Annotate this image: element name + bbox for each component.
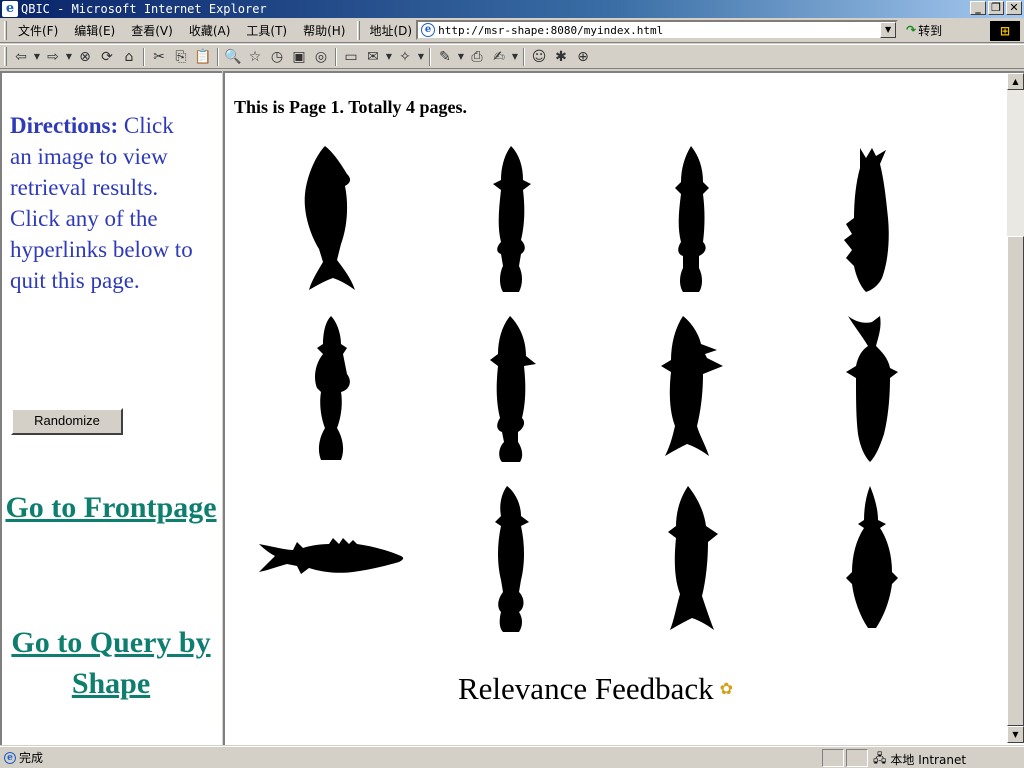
vertical-scrollbar[interactable]: ▲ ▼	[1007, 73, 1024, 743]
page-icon: e	[4, 751, 16, 764]
zone-label: 本地 Intranet	[890, 753, 967, 767]
status-bar: e 完成 🖧 本地 Intranet	[0, 746, 1024, 768]
refresh-icon[interactable]: ⟳	[96, 47, 118, 67]
fish-image[interactable]	[607, 309, 777, 469]
paste-icon[interactable]: 📋	[192, 47, 214, 67]
menu-view[interactable]: 查看(V)	[123, 22, 181, 39]
research-icon[interactable]: ✱	[550, 47, 572, 67]
menu-edit[interactable]: 编辑(E)	[66, 22, 123, 39]
favorites-icon[interactable]: ☆	[244, 47, 266, 67]
menu-help[interactable]: 帮助(H)	[295, 22, 353, 39]
media-icon[interactable]: ▣	[288, 47, 310, 67]
scroll-thumb[interactable]	[1007, 236, 1024, 726]
stop-icon[interactable]: ⊗	[74, 47, 96, 67]
fish-image[interactable]	[247, 139, 417, 299]
fish-image[interactable]	[247, 479, 417, 639]
home-icon[interactable]: ⌂	[118, 47, 140, 67]
title-bar: e QBIC - Microsoft Internet Explorer _ ❐…	[0, 0, 1024, 18]
edit-icon[interactable]: ✎	[434, 47, 456, 67]
fish-image[interactable]	[427, 309, 597, 469]
windows-logo-icon: ⊞	[990, 21, 1020, 41]
menu-bar: 文件(F) 编辑(E) 查看(V) 收藏(A) 工具(T) 帮助(H) 地址(D…	[0, 18, 1024, 43]
query-by-shape-link[interactable]: Go to Query by Shape	[2, 622, 220, 704]
back-icon[interactable]: ⇦	[10, 47, 32, 67]
encoding-icon[interactable]: ✧	[394, 47, 416, 67]
toolbar-separator	[143, 47, 145, 66]
page-info: This is Page 1. Totally 4 pages.	[234, 97, 468, 117]
fish-image[interactable]	[787, 479, 957, 639]
right-frame: This is Page 1. Totally 4 pages. Relevan…	[223, 71, 1024, 745]
fish-image[interactable]	[427, 139, 597, 299]
toolbar-grip[interactable]	[4, 47, 7, 66]
toolbar-separator	[429, 47, 431, 66]
back-dropdown-icon[interactable]: ▼	[32, 47, 42, 67]
angel-icon: ✿	[719, 681, 734, 698]
toolbar-grip[interactable]	[357, 20, 361, 40]
address-dropdown-icon[interactable]: ▼	[880, 22, 897, 38]
mail-dropdown-icon[interactable]: ▼	[384, 47, 394, 67]
fish-image[interactable]	[787, 139, 957, 299]
scroll-down-icon[interactable]: ▼	[1007, 726, 1024, 743]
status-text: 完成	[19, 751, 44, 765]
discuss-icon[interactable]: ✍	[488, 47, 510, 67]
fish-image[interactable]	[607, 479, 777, 639]
directions-label: Directions:	[10, 113, 119, 138]
fish-image[interactable]	[787, 309, 957, 469]
relevance-label: Relevance Feedback	[458, 671, 714, 706]
address-bar[interactable]: e http://msr-shape:8080/myindex.html ▼	[416, 20, 899, 40]
go-button[interactable]: ↷ 转到	[906, 22, 942, 39]
status-message: e 完成	[4, 749, 43, 766]
fish-image[interactable]	[247, 309, 417, 469]
messenger-icon[interactable]: ☺	[528, 47, 550, 67]
discuss-dropdown-icon[interactable]: ▼	[510, 47, 520, 67]
window-title: QBIC - Microsoft Internet Explorer	[21, 2, 267, 16]
standard-toolbar: ⇦ ▼ ⇨ ▼ ⊗ ⟳ ⌂ ✂ ⎘ 📋 🔍 ☆ ◷ ▣ ◎ ▭ ✉ ▼ ✧ ▼ …	[0, 44, 1024, 69]
randomize-button[interactable]: Randomize	[11, 408, 123, 435]
forward-icon[interactable]: ⇨	[42, 47, 64, 67]
close-button[interactable]: ✕	[1006, 1, 1022, 15]
forward-dropdown-icon[interactable]: ▼	[64, 47, 74, 67]
menu-tools[interactable]: 工具(T)	[238, 22, 295, 39]
relevance-feedback-link[interactable]: Relevance Feedback ✿	[458, 671, 733, 707]
directions-text: Directions: Click an image to view retri…	[10, 110, 200, 296]
status-panel	[822, 749, 844, 767]
go-arrow-icon: ↷	[906, 23, 917, 37]
menu-file[interactable]: 文件(F)	[10, 22, 66, 39]
address-url[interactable]: http://msr-shape:8080/myindex.html	[438, 24, 663, 37]
history-icon[interactable]: ◷	[266, 47, 288, 67]
frontpage-link[interactable]: Go to Frontpage	[2, 487, 220, 528]
encoding-dropdown-icon[interactable]: ▼	[416, 47, 426, 67]
toolbar-separator	[335, 47, 337, 66]
ie-tool-icon[interactable]: ⊕	[572, 47, 594, 67]
toolbar-grip[interactable]	[4, 20, 7, 40]
ie-icon[interactable]: e	[2, 1, 18, 17]
print-icon[interactable]: ⎙	[466, 47, 488, 67]
status-panels	[822, 749, 868, 767]
toolbar-separator	[523, 47, 525, 66]
address-label: 地址(D)	[369, 23, 413, 38]
menu-favorites[interactable]: 收藏(A)	[181, 22, 239, 39]
copy-icon[interactable]: ⎘	[170, 47, 192, 67]
left-frame: Directions: Click an image to view retri…	[0, 71, 222, 745]
search-icon[interactable]: 🔍	[222, 47, 244, 67]
fish-image[interactable]	[427, 479, 597, 639]
go-label: 转到	[918, 23, 943, 38]
scroll-up-icon[interactable]: ▲	[1007, 73, 1024, 90]
channels-icon[interactable]: ◎	[310, 47, 332, 67]
security-zone[interactable]: 🖧 本地 Intranet	[873, 749, 966, 768]
fullscreen-icon[interactable]: ▭	[340, 47, 362, 67]
directions-body: Click an image to view retrieval results…	[10, 113, 193, 293]
cut-icon[interactable]: ✂	[148, 47, 170, 67]
toolbar-separator	[217, 47, 219, 66]
minimize-button[interactable]: _	[970, 1, 986, 15]
fish-image[interactable]	[607, 139, 777, 299]
edit-dropdown-icon[interactable]: ▼	[456, 47, 466, 67]
restore-button[interactable]: ❐	[988, 1, 1004, 15]
mail-icon[interactable]: ✉	[362, 47, 384, 67]
status-panel	[846, 749, 868, 767]
page-icon: e	[421, 23, 436, 37]
intranet-icon: 🖧	[873, 751, 887, 765]
